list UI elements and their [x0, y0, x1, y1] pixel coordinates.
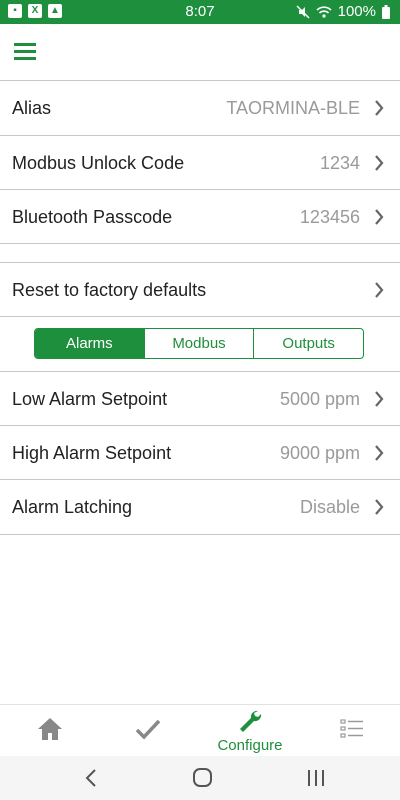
back-icon[interactable]	[72, 764, 112, 792]
divider	[0, 243, 400, 244]
modbus-unlock-code-value: 1234	[319, 153, 360, 173]
reset-factory-defaults-row[interactable]: Reset to factory defaults	[0, 263, 400, 317]
bluetooth-passcode-label: Bluetooth Passcode	[12, 207, 173, 227]
low-alarm-setpoint-row[interactable]: Low Alarm Setpoint 5000 ppm	[0, 372, 400, 426]
segment-alarms[interactable]: Alarms	[35, 329, 144, 358]
bluetooth-passcode-row[interactable]: Bluetooth Passcode 123456	[0, 190, 400, 244]
divider	[0, 534, 400, 535]
high-alarm-setpoint-value: 9000 ppm	[279, 443, 360, 463]
tab-configure[interactable]: Configure	[200, 705, 300, 757]
bottom-tab-bar: Configure	[0, 704, 400, 757]
low-alarm-setpoint-label: Low Alarm Setpoint	[12, 389, 168, 409]
chevron-right-icon	[375, 209, 384, 225]
system-icons: 100%	[296, 3, 390, 20]
system-navigation-bar	[0, 756, 400, 800]
wrench-icon	[240, 710, 262, 732]
alias-label: Alias	[12, 98, 52, 118]
chevron-right-icon	[375, 391, 384, 407]
chevron-right-icon	[375, 282, 384, 298]
high-alarm-setpoint-row[interactable]: High Alarm Setpoint 9000 ppm	[0, 426, 400, 480]
battery-icon	[382, 4, 390, 19]
tab-home[interactable]	[0, 705, 100, 757]
status-bar: ▪ X ▲ 8:07 100%	[0, 0, 400, 24]
alarm-latching-row[interactable]: Alarm Latching Disable	[0, 480, 400, 534]
home-icon	[38, 718, 62, 740]
battery-percent: 100%	[337, 3, 376, 20]
chevron-right-icon	[375, 445, 384, 461]
low-alarm-setpoint-value: 5000 ppm	[279, 389, 360, 409]
tab-configure-label: Configure	[217, 737, 283, 754]
reset-factory-defaults-label: Reset to factory defaults	[12, 280, 207, 300]
high-alarm-setpoint-label: High Alarm Setpoint	[12, 443, 172, 463]
tab-list[interactable]	[302, 705, 400, 757]
wifi-icon	[316, 5, 332, 18]
hamburger-menu-icon[interactable]	[14, 43, 36, 61]
home-button-icon[interactable]	[182, 764, 222, 792]
chevron-right-icon	[375, 499, 384, 515]
bluetooth-passcode-value: 123456	[299, 207, 360, 227]
chevron-right-icon	[375, 100, 384, 116]
chevron-right-icon	[375, 155, 384, 171]
segment-outputs[interactable]: Outputs	[253, 329, 363, 358]
segmented-control: Alarms Modbus Outputs	[34, 328, 364, 359]
checkmark-icon	[135, 719, 161, 740]
tab-status[interactable]	[98, 705, 198, 757]
divider	[0, 316, 400, 317]
modbus-unlock-code-label: Modbus Unlock Code	[12, 153, 185, 173]
recent-apps-icon[interactable]	[296, 764, 336, 792]
alias-row[interactable]: Alias TAORMINA-BLE	[0, 81, 400, 135]
alarm-latching-label: Alarm Latching	[12, 497, 133, 517]
app-bar	[0, 24, 400, 80]
segment-modbus[interactable]: Modbus	[143, 329, 254, 358]
list-icon	[340, 719, 363, 738]
alarm-latching-value: Disable	[299, 497, 360, 517]
modbus-unlock-code-row[interactable]: Modbus Unlock Code 1234	[0, 136, 400, 190]
alias-value: TAORMINA-BLE	[226, 98, 360, 118]
mute-icon	[296, 4, 310, 19]
